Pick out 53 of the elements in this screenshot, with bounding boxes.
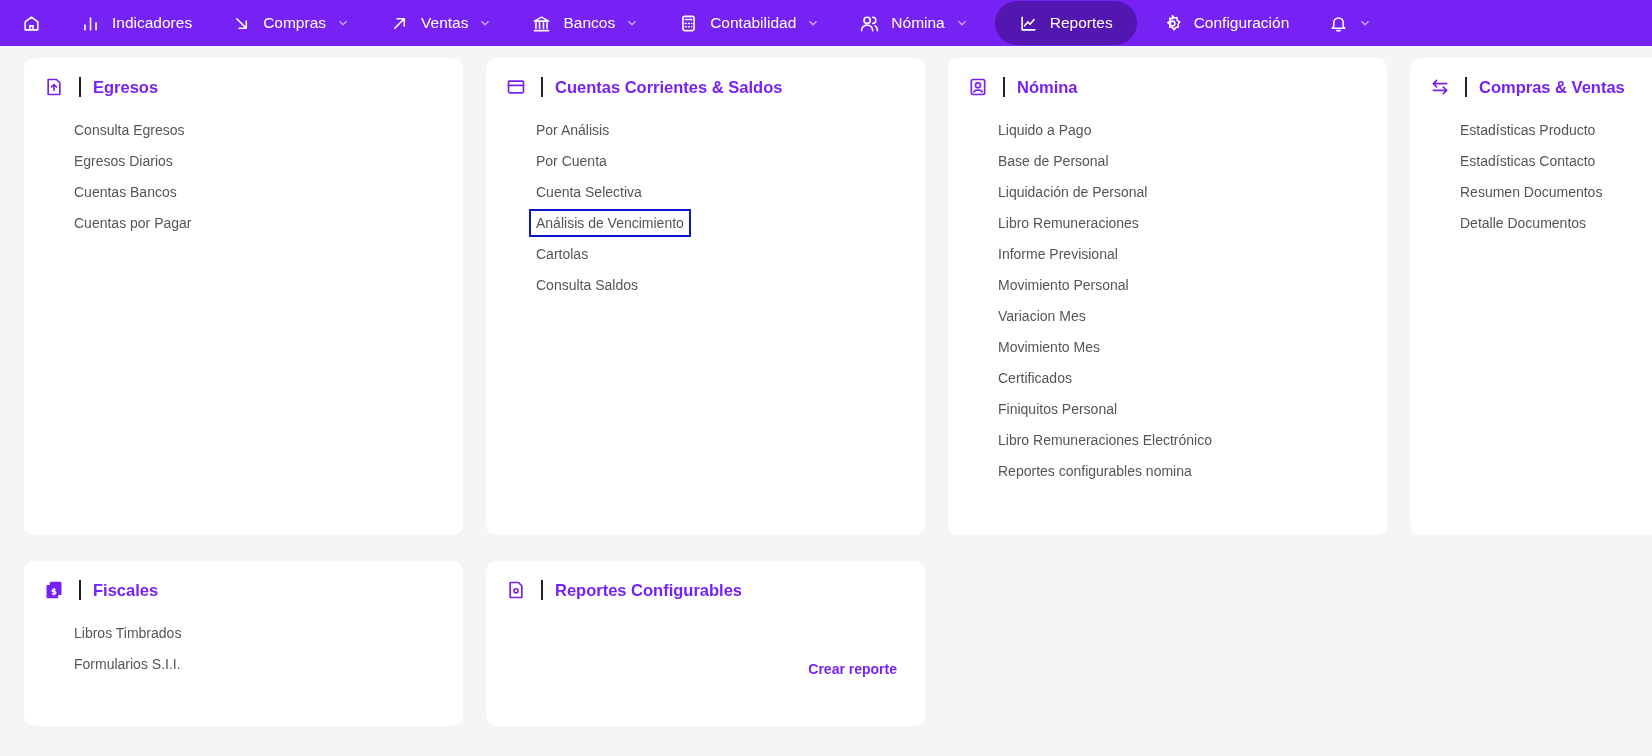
card-title: Reportes Configurables (555, 580, 743, 600)
swap-icon (1430, 77, 1450, 97)
report-link[interactable]: Libro Remuneraciones Electrónico (991, 425, 1219, 454)
report-link[interactable]: Reportes configurables nomina (991, 456, 1199, 485)
report-link[interactable]: Finiquitos Personal (991, 394, 1125, 423)
create-report-link[interactable]: Crear reporte (808, 661, 897, 677)
report-link[interactable]: Certificados (991, 363, 1079, 392)
report-link[interactable]: Por Cuenta (529, 146, 614, 175)
home-icon (22, 13, 41, 33)
card-title: Compras & Ventas (1479, 77, 1625, 97)
report-link[interactable]: Informe Previsional (991, 239, 1125, 268)
report-link[interactable]: Consulta Saldos (529, 270, 645, 299)
chart-icon (1018, 13, 1038, 33)
bank-icon (532, 13, 552, 33)
nav-tab[interactable]: Ventas (376, 1, 507, 45)
report-link[interactable]: Por Análisis (529, 115, 617, 144)
report-link[interactable]: Resumen Documentos (1453, 177, 1610, 206)
report-link[interactable]: Estadísticas Contacto (1453, 146, 1603, 175)
users-icon (860, 13, 880, 33)
nav-tab[interactable]: Contabilidad (665, 1, 835, 45)
report-link[interactable]: Cuentas Bancos (67, 177, 184, 206)
report-link[interactable]: Base de Personal (991, 146, 1116, 175)
id-badge-icon (968, 77, 988, 97)
card-title: Fiscales (93, 580, 159, 600)
report-link[interactable]: Análisis de Vencimiento (529, 208, 691, 237)
report-link[interactable]: Libros Timbrados (67, 618, 189, 647)
report-link[interactable]: Liquido a Pago (991, 115, 1099, 144)
card-title: Egresos (93, 77, 159, 97)
report-link[interactable]: Cuentas por Pagar (67, 208, 199, 237)
card-title: Nómina (1017, 77, 1078, 97)
nav-tab[interactable]: Compras (218, 1, 365, 45)
report-link[interactable]: Cartolas (529, 239, 596, 268)
report-link[interactable]: Consulta Egresos (67, 115, 192, 144)
report-link[interactable]: Formularios S.I.I. (67, 649, 188, 678)
report-link[interactable]: Estadísticas Producto (1453, 115, 1603, 144)
report-link[interactable]: Detalle Documentos (1453, 208, 1594, 237)
report-link[interactable]: Liquidación de Personal (991, 177, 1155, 206)
nav-tab[interactable]: Configuración (1148, 1, 1304, 45)
nav-tab[interactable]: Reportes (994, 1, 1137, 45)
upload-file-icon (44, 77, 64, 97)
money-docs-icon (44, 580, 64, 600)
report-link[interactable]: Movimiento Mes (991, 332, 1107, 361)
nav-tab[interactable]: Indicadores (67, 1, 207, 45)
report-link[interactable]: Libro Remuneraciones (991, 208, 1146, 237)
card-title: Cuentas Corrientes & Saldos (555, 77, 783, 97)
nav-tab[interactable]: Bancos (518, 1, 654, 45)
nav-tab[interactable]: Nómina (846, 1, 983, 45)
report-link[interactable]: Movimiento Personal (991, 270, 1136, 299)
report-link[interactable]: Variacion Mes (991, 301, 1093, 330)
card-icon (506, 77, 526, 97)
report-link[interactable]: Cuenta Selectiva (529, 177, 649, 206)
report-link[interactable]: Egresos Diarios (67, 146, 180, 175)
gear-file-icon (506, 580, 526, 600)
